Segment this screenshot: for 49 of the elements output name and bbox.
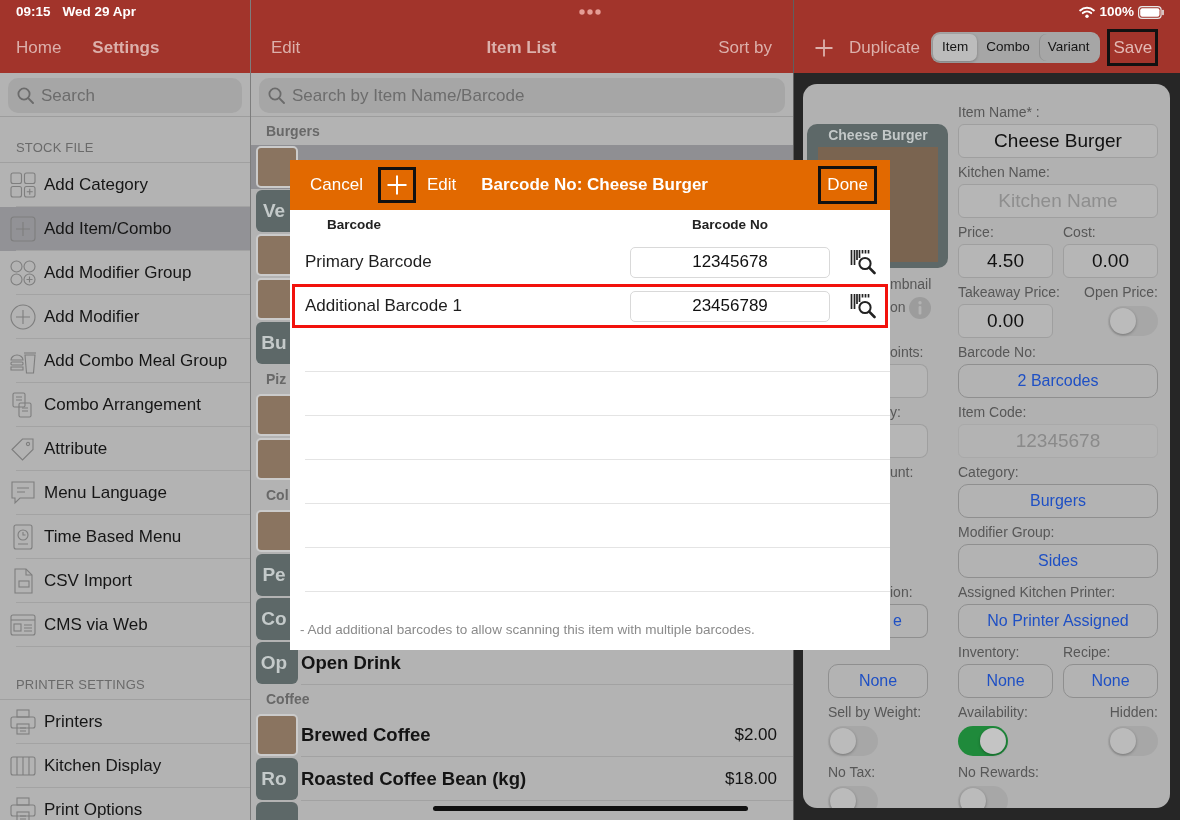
section-header: PRINTER SETTINGS <box>16 677 145 692</box>
column-header: Barcode No <box>691 215 769 234</box>
battery-percent: 100% <box>1099 2 1134 21</box>
row-label: Additional Barcode 1 <box>305 295 462 318</box>
field-label: No Rewards: <box>958 763 1039 782</box>
field-label: Inventory: <box>958 643 1020 662</box>
field-label: ion: <box>890 583 913 602</box>
help-note: - Add additional barcodes to allow scanning this item with multiple barcodes. <box>299 620 756 639</box>
item-price: $18.00 <box>725 767 777 790</box>
list-title: Item List <box>486 36 557 59</box>
field-label: Price: <box>958 223 994 242</box>
initials-tile: Ro <box>256 758 298 800</box>
item-name: Brewed Coffee <box>301 722 431 747</box>
field-label: Sell by Weight: <box>828 703 922 722</box>
clock-time: 09:15 <box>16 2 51 21</box>
field-label: Assigned Kitchen Printer: <box>958 583 1116 602</box>
field-label: Item Name* : <box>958 103 1040 122</box>
field-label: oints: <box>890 343 924 362</box>
column-header: Barcode <box>326 215 382 234</box>
thumbnail-title: Cheese Burger <box>828 127 928 143</box>
item-name: Roasted Coffee Bean (kg) <box>301 766 527 791</box>
field-label: No Tax: <box>828 763 876 782</box>
field-label: Availability: <box>958 703 1028 722</box>
group-header: Coffee <box>266 689 310 709</box>
field-label: on <box>890 298 906 317</box>
group-header: Burgers <box>266 121 320 141</box>
field-label: Takeaway Price: <box>958 283 1060 302</box>
field-label: Open Price: <box>1084 283 1158 302</box>
section-header: STOCK FILE <box>16 140 94 155</box>
item-name: Open Drink <box>301 650 401 675</box>
field-label: y: <box>890 403 901 422</box>
panel-title: Settings <box>92 36 160 59</box>
field-label: Item Code: <box>958 403 1027 422</box>
item-price: $2.00 <box>734 723 777 746</box>
dialog-title: Barcode No: Cheese Burger <box>481 174 708 197</box>
field-label: mbnail <box>890 275 932 294</box>
field-label: Recipe: <box>1063 643 1111 662</box>
field-label: Category: <box>958 463 1019 482</box>
row-label: Primary Barcode <box>305 251 432 274</box>
field-label: Barcode No: <box>958 343 1036 362</box>
field-label: unt: <box>890 463 914 482</box>
field-label: Cost: <box>1063 223 1096 242</box>
group-header: Piz <box>266 369 287 389</box>
field-label: Kitchen Name: <box>958 163 1050 182</box>
date-text: Wed 29 Apr <box>62 2 137 21</box>
field-label: Modifier Group: <box>958 523 1055 542</box>
field-label: Hidden: <box>1109 703 1158 722</box>
initials-tile: Op <box>256 642 298 684</box>
group-header: Col <box>266 485 289 505</box>
